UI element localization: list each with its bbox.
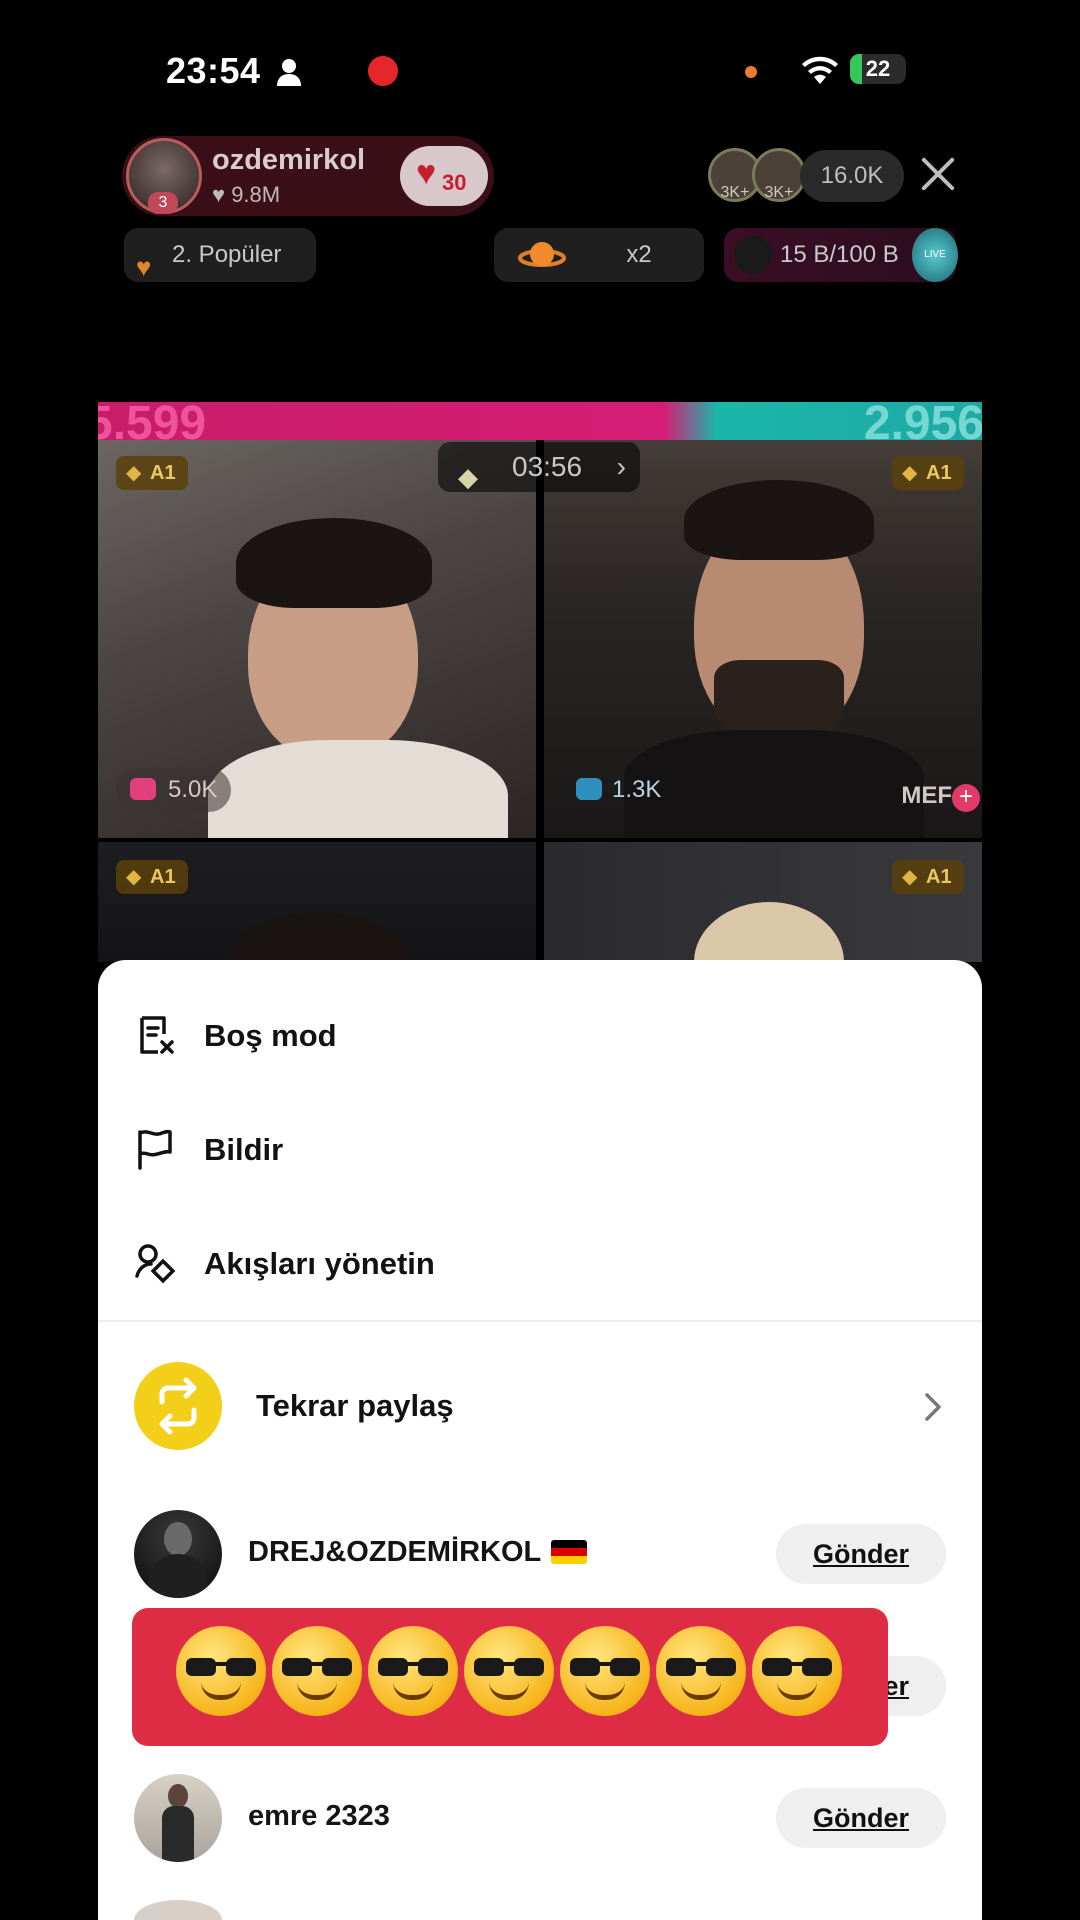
- battle-tile[interactable]: A1 1.3K MEF +: [544, 440, 982, 838]
- gift-avatar: [734, 236, 772, 274]
- sunglasses-emoji-icon: [560, 1626, 650, 1716]
- host-likes: ♥ 9.8M: [212, 182, 281, 207]
- battle-tile[interactable]: A1: [544, 842, 982, 962]
- manage-streams-icon: [135, 1244, 176, 1284]
- wifi-icon: [802, 56, 838, 84]
- viewer-count[interactable]: 16.0K: [800, 150, 904, 202]
- battery-indicator: 22: [850, 54, 906, 84]
- tile-score-value: 5.0K: [168, 776, 218, 803]
- status-time: 23:54: [166, 50, 261, 91]
- diamond-icon: ◆: [458, 462, 478, 492]
- menu-item-empty-mode[interactable]: Boş mod: [98, 990, 982, 1080]
- menu-item-manage-streams[interactable]: Akışları yönetin: [98, 1218, 982, 1308]
- sunglasses-emoji-icon: [272, 1626, 362, 1716]
- sunglasses-emoji-icon: [656, 1626, 746, 1716]
- battle-timer[interactable]: ◆ 03:56 ›: [438, 442, 640, 492]
- host-likes-value: 9.8M: [231, 182, 281, 207]
- status-bar: 23:54 22: [0, 0, 1080, 140]
- multiplier-value: x2: [626, 241, 652, 268]
- heart-icon: ♥: [416, 154, 437, 192]
- menu-label: Bildir: [204, 1132, 284, 1167]
- emoji-toast: [132, 1608, 888, 1746]
- avatar: [134, 1510, 222, 1598]
- contact-row[interactable]: DREJ&OZDEMİRKOL Gönder: [98, 1504, 982, 1604]
- sunglasses-emoji-icon: [464, 1626, 554, 1716]
- tier-badge: A1: [116, 456, 188, 490]
- sunglasses-emoji-icon: [752, 1626, 842, 1716]
- tile-score-value: 1.3K: [612, 776, 662, 803]
- person-icon: [277, 59, 301, 86]
- heart-half-icon: ♥: [136, 252, 152, 282]
- action-sheet: Boş mod Bildir Akışları yönetin Tekrar p…: [98, 960, 982, 1920]
- divider: [98, 1320, 982, 1322]
- popular-rank-pill[interactable]: ♥ 2. Popüler: [124, 228, 316, 282]
- repost-label: Tekrar paylaş: [256, 1388, 454, 1423]
- tile-score: 5.0K: [116, 768, 232, 812]
- send-button[interactable]: Gönder: [776, 1788, 946, 1848]
- chevron-right-icon: [925, 1393, 941, 1421]
- close-icon[interactable]: [918, 154, 958, 194]
- follow-plus-icon[interactable]: +: [952, 784, 980, 812]
- score-bar: [98, 402, 982, 440]
- flag-icon: [138, 1129, 172, 1170]
- tier-badge: A1: [116, 860, 188, 894]
- tier-badge: A1: [892, 456, 964, 490]
- timer-value: 03:56: [512, 451, 583, 482]
- avatar: [134, 1774, 222, 1862]
- participant-name: MEF: [901, 782, 952, 809]
- camera-icon: [130, 778, 156, 800]
- sunglasses-emoji-icon: [368, 1626, 458, 1716]
- battery-percent: 22: [865, 56, 891, 81]
- menu-label: Boş mod: [204, 1018, 337, 1053]
- camera-icon: [576, 778, 602, 800]
- contact-name-text: DREJ&OZDEMİRKOL: [248, 1536, 542, 1568]
- privacy-indicator-icon: [745, 66, 757, 78]
- menu-label: Akışları yönetin: [204, 1246, 435, 1281]
- battle-tile[interactable]: A1: [98, 842, 536, 962]
- chevron-right-icon: ›: [616, 451, 626, 482]
- germany-flag-icon: [551, 1540, 588, 1564]
- menu-item-report[interactable]: Bildir: [98, 1104, 982, 1194]
- document-x-icon: [140, 1016, 174, 1054]
- recording-indicator-icon: [368, 56, 398, 86]
- tier-badge: A1: [892, 860, 964, 894]
- host-level-badge: 3: [148, 192, 178, 214]
- badge-count: 30: [442, 170, 467, 195]
- live-icon[interactable]: LIVE: [912, 228, 958, 282]
- viewer-avatar[interactable]: 3K+: [752, 148, 806, 202]
- tile-score: 1.3K: [562, 768, 675, 812]
- avatar: [134, 1900, 222, 1920]
- host-name: ozdemirkol: [212, 144, 366, 176]
- contact-name: emre 2323: [248, 1800, 390, 1832]
- battle-view: 5.599 2.956 A1 5.0K A1 1.3K MEF + A1 A1 …: [98, 402, 982, 962]
- send-button[interactable]: Gönder: [776, 1524, 946, 1584]
- contact-row[interactable]: emre 2323 Gönder: [98, 1768, 982, 1868]
- gift-progress: 15 B/100 B: [780, 241, 899, 268]
- sunglasses-emoji-icon: [176, 1626, 266, 1716]
- repost-icon: [134, 1362, 222, 1450]
- host-heart-badge[interactable]: ♥ 30: [400, 146, 488, 206]
- planet-icon: [518, 242, 566, 267]
- multiplier-pill[interactable]: x2: [494, 228, 704, 282]
- popular-label: 2. Popüler: [172, 241, 282, 268]
- contact-name: DREJ&OZDEMİRKOL: [248, 1536, 588, 1569]
- repost-row[interactable]: Tekrar paylaş: [98, 1358, 982, 1458]
